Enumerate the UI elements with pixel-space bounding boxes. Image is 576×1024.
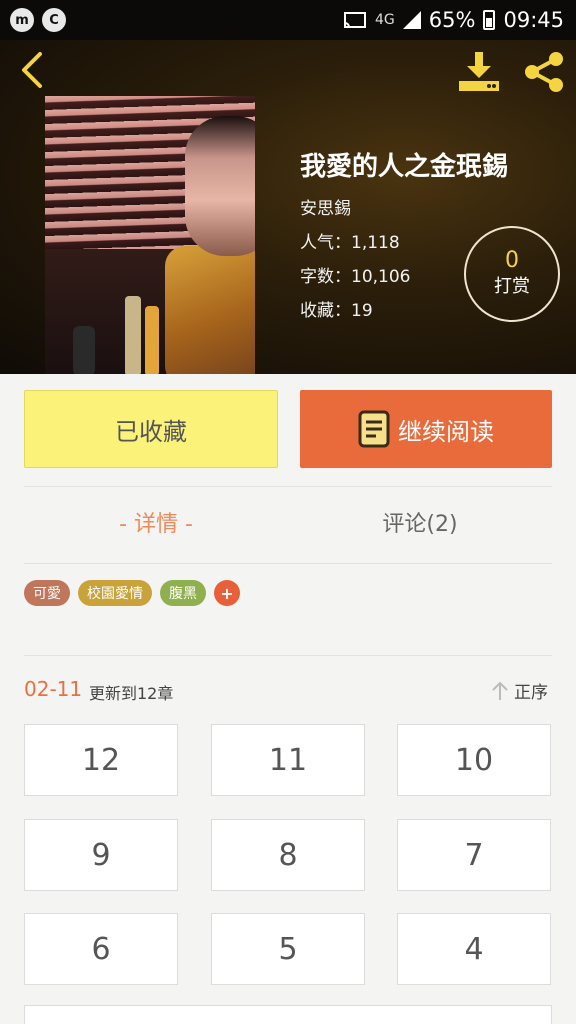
tip-count: 0 — [505, 248, 519, 273]
download-button[interactable] — [456, 48, 502, 94]
status-bar: m C 4G 65% 09:45 — [0, 0, 576, 40]
back-button[interactable] — [10, 48, 52, 92]
book-icon — [358, 410, 390, 448]
chapter-button[interactable]: 5 — [211, 913, 365, 985]
update-date: 02-11 — [24, 677, 83, 701]
sort-order-button[interactable]: 正序 — [490, 678, 548, 703]
clock: 09:45 — [503, 8, 564, 32]
tab-details[interactable]: - 详情 - — [56, 506, 256, 538]
c-notification-icon: C — [42, 8, 66, 32]
network-type: 4G — [375, 12, 395, 28]
tag-cute[interactable]: 可愛 — [24, 580, 70, 606]
signal-icon — [402, 11, 421, 29]
arrow-up-icon — [492, 681, 508, 700]
book-title: 我愛的人之金珉錫 — [300, 152, 509, 182]
chapter-button[interactable]: 12 — [24, 724, 178, 796]
battery-percent: 65% — [428, 8, 476, 32]
word-count-stat: 字数：10,106 — [300, 267, 411, 287]
favorite-label: 已收藏 — [115, 417, 187, 446]
continue-reading-button[interactable]: 继续阅读 — [300, 390, 552, 468]
m-notification-icon: m — [10, 8, 34, 32]
favorite-button[interactable]: 已收藏 — [24, 390, 278, 468]
tip-label: 打赏 — [494, 276, 530, 297]
chapter-button[interactable]: 8 — [211, 819, 365, 891]
divider — [24, 563, 552, 564]
chapter-button[interactable]: 11 — [211, 724, 365, 796]
share-icon — [525, 52, 563, 92]
book-cover-image — [45, 96, 255, 374]
tag-list: 可愛 校園愛情 腹黑 + — [24, 580, 240, 606]
chevron-left-icon — [22, 52, 42, 88]
book-header: 我愛的人之金珉錫 安思錫 人气：1,118 字数：10,106 收藏：19 0 … — [0, 40, 576, 374]
divider — [24, 655, 552, 656]
favorites-stat: 收藏：19 — [300, 301, 373, 321]
tag-scheming[interactable]: 腹黑 — [160, 580, 206, 606]
chapter-button[interactable]: 7 — [397, 819, 551, 891]
tip-button[interactable]: 0 打赏 — [464, 226, 560, 322]
popularity-stat: 人气：1,118 — [300, 233, 400, 253]
chapter-button[interactable]: 4 — [397, 913, 551, 985]
continue-reading-label: 继续阅读 — [398, 417, 494, 446]
cast-icon — [344, 12, 367, 28]
tag-campus-romance[interactable]: 校園愛情 — [78, 580, 152, 606]
chapter-button[interactable]: 6 — [24, 913, 178, 985]
download-icon — [459, 52, 499, 91]
sort-order-label: 正序 — [514, 683, 548, 703]
share-button[interactable] — [520, 48, 568, 94]
tab-comments[interactable]: 评论(2) — [320, 506, 520, 538]
battery-icon — [483, 10, 496, 30]
book-author[interactable]: 安思錫 — [300, 194, 351, 219]
chapter-button[interactable]: 10 — [397, 724, 551, 796]
chapter-button[interactable]: 9 — [24, 819, 178, 891]
divider — [24, 486, 552, 487]
update-text: 更新到12章 — [89, 684, 174, 703]
more-chapters-row[interactable] — [24, 1005, 552, 1024]
add-tag-button[interactable]: + — [214, 580, 240, 606]
